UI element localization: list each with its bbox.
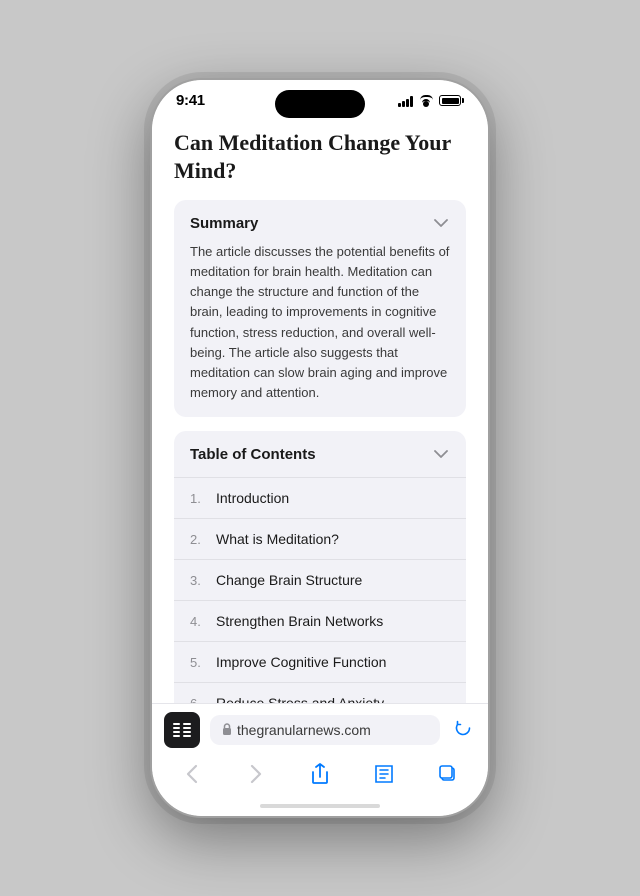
- toc-item-label: What is Meditation?: [216, 531, 339, 547]
- nav-row: [152, 752, 488, 800]
- toc-item-number: 3.: [190, 573, 208, 588]
- reader-button[interactable]: [164, 712, 200, 748]
- toc-item-number: 4.: [190, 614, 208, 629]
- toc-item[interactable]: 4. Strengthen Brain Networks: [174, 600, 466, 641]
- status-time: 9:41: [176, 92, 205, 109]
- url-text: thegranularnews.com: [237, 722, 371, 738]
- status-icons: [398, 95, 464, 107]
- home-indicator: [260, 804, 380, 808]
- reload-button[interactable]: [450, 715, 476, 746]
- toc-chevron-icon[interactable]: [432, 445, 450, 463]
- battery-icon: [439, 95, 464, 106]
- toc-title: Table of Contents: [190, 446, 316, 463]
- article-title: Can Meditation Change Your Mind?: [174, 129, 466, 184]
- phone-frame: 9:41 Can Meditation Cha: [150, 78, 490, 818]
- summary-card: Summary The article discusses the potent…: [174, 200, 466, 417]
- back-button[interactable]: [172, 758, 212, 790]
- content-area[interactable]: Can Meditation Change Your Mind? Summary…: [152, 113, 488, 703]
- dynamic-island: [275, 90, 365, 118]
- toc-list: 1. Introduction 2. What is Meditation? 3…: [174, 477, 466, 703]
- toc-item[interactable]: 2. What is Meditation?: [174, 518, 466, 559]
- status-bar: 9:41: [152, 80, 488, 113]
- summary-title: Summary: [190, 215, 258, 232]
- share-button[interactable]: [300, 758, 340, 790]
- url-row: thegranularnews.com: [152, 704, 488, 752]
- bottom-bar: thegranularnews.com: [152, 703, 488, 816]
- toc-item-number: 6.: [190, 696, 208, 703]
- summary-body: The article discusses the potential bene…: [190, 242, 450, 403]
- lock-icon: [222, 723, 232, 738]
- toc-item-label: Reduce Stress and Anxiety: [216, 695, 384, 703]
- wifi-icon: [418, 95, 434, 107]
- toc-item-number: 5.: [190, 655, 208, 670]
- toc-card: Table of Contents 1. Introduction 2. Wha…: [174, 431, 466, 703]
- toc-item-label: Change Brain Structure: [216, 572, 362, 588]
- screen: 9:41 Can Meditation Cha: [152, 80, 488, 816]
- summary-header[interactable]: Summary: [190, 214, 450, 232]
- tabs-button[interactable]: [428, 758, 468, 790]
- url-pill[interactable]: thegranularnews.com: [210, 715, 440, 745]
- toc-item-number: 1.: [190, 491, 208, 506]
- toc-item-label: Strengthen Brain Networks: [216, 613, 383, 629]
- bookmarks-button[interactable]: [364, 758, 404, 790]
- toc-item-number: 2.: [190, 532, 208, 547]
- toc-item-label: Improve Cognitive Function: [216, 654, 386, 670]
- toc-header[interactable]: Table of Contents: [174, 431, 466, 477]
- toc-item[interactable]: 5. Improve Cognitive Function: [174, 641, 466, 682]
- summary-chevron-icon[interactable]: [432, 214, 450, 232]
- toc-item[interactable]: 1. Introduction: [174, 477, 466, 518]
- signal-icon: [398, 95, 413, 107]
- toc-item[interactable]: 3. Change Brain Structure: [174, 559, 466, 600]
- toc-item-label: Introduction: [216, 490, 289, 506]
- toc-item[interactable]: 6. Reduce Stress and Anxiety: [174, 682, 466, 703]
- forward-button[interactable]: [236, 758, 276, 790]
